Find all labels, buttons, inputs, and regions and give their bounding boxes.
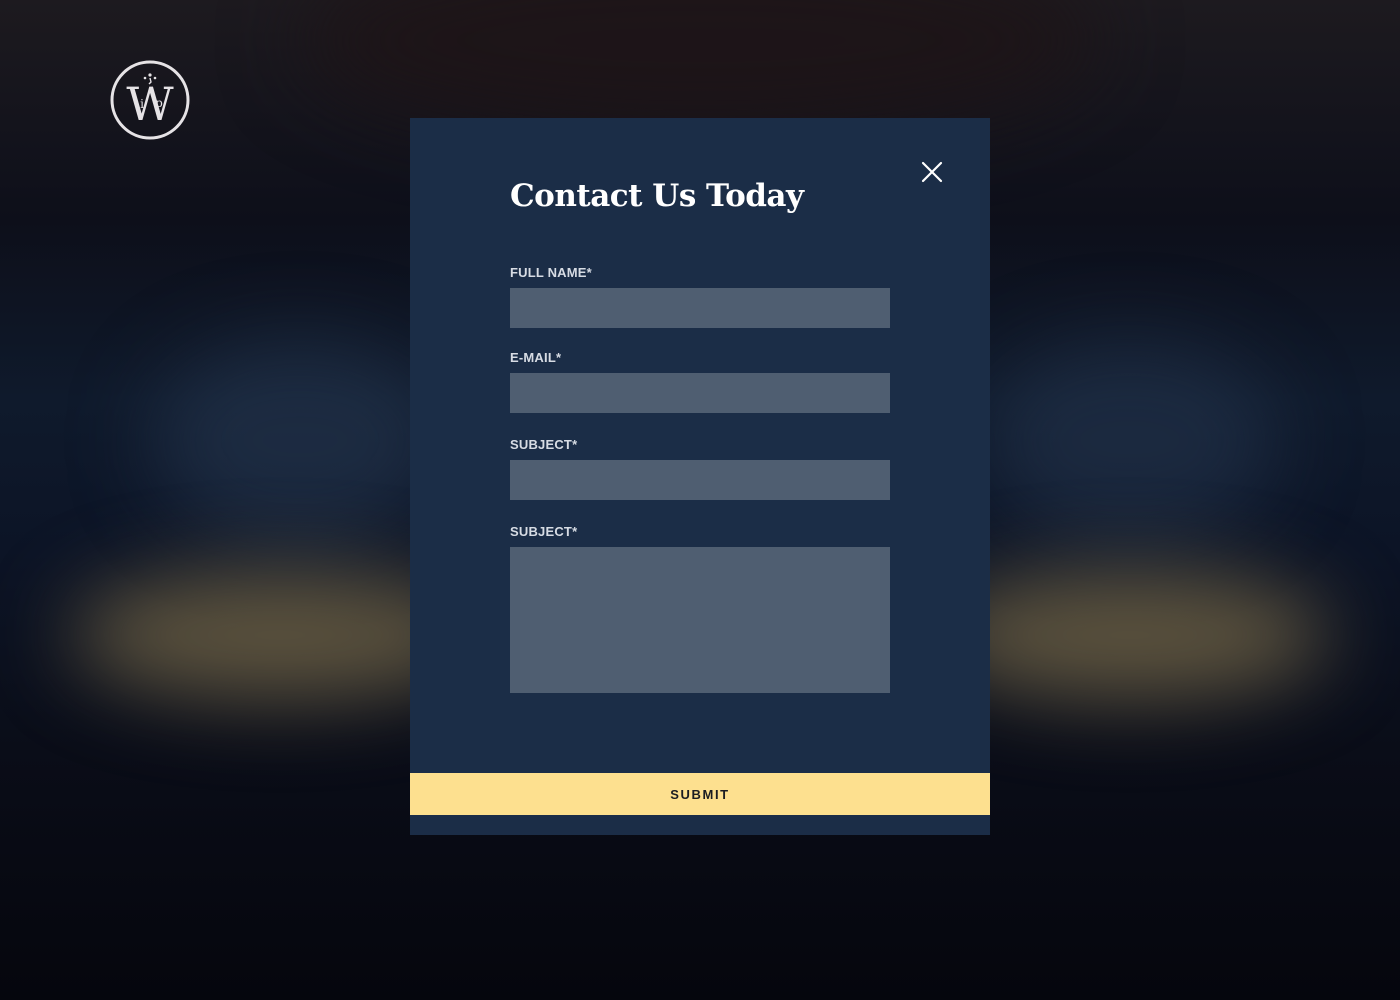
svg-text:i: i	[140, 97, 144, 111]
modal-title: Contact Us Today	[510, 178, 804, 214]
svg-text:W: W	[126, 77, 174, 131]
background-blur-shape	[150, 340, 450, 540]
close-button[interactable]	[920, 160, 944, 184]
full-name-label: FULL NAME*	[510, 265, 592, 280]
full-name-input[interactable]	[510, 288, 890, 328]
wip-monogram-logo[interactable]: W i p	[110, 60, 190, 140]
close-icon	[921, 161, 943, 183]
background-blur-shape	[930, 570, 1330, 700]
message-label: SUBJECT*	[510, 524, 578, 539]
subject-input[interactable]	[510, 460, 890, 500]
email-input[interactable]	[510, 373, 890, 413]
submit-button[interactable]: SUBMIT	[410, 773, 990, 815]
message-textarea[interactable]	[510, 547, 890, 693]
logo-icon: W i p	[110, 60, 190, 140]
background-blur-shape	[980, 340, 1280, 540]
email-label: E-MAIL*	[510, 350, 562, 365]
svg-text:p: p	[155, 96, 163, 110]
contact-modal: Contact Us Today FULL NAME* E-MAIL* SUBJ…	[410, 118, 990, 835]
subject-label: SUBJECT*	[510, 437, 578, 452]
